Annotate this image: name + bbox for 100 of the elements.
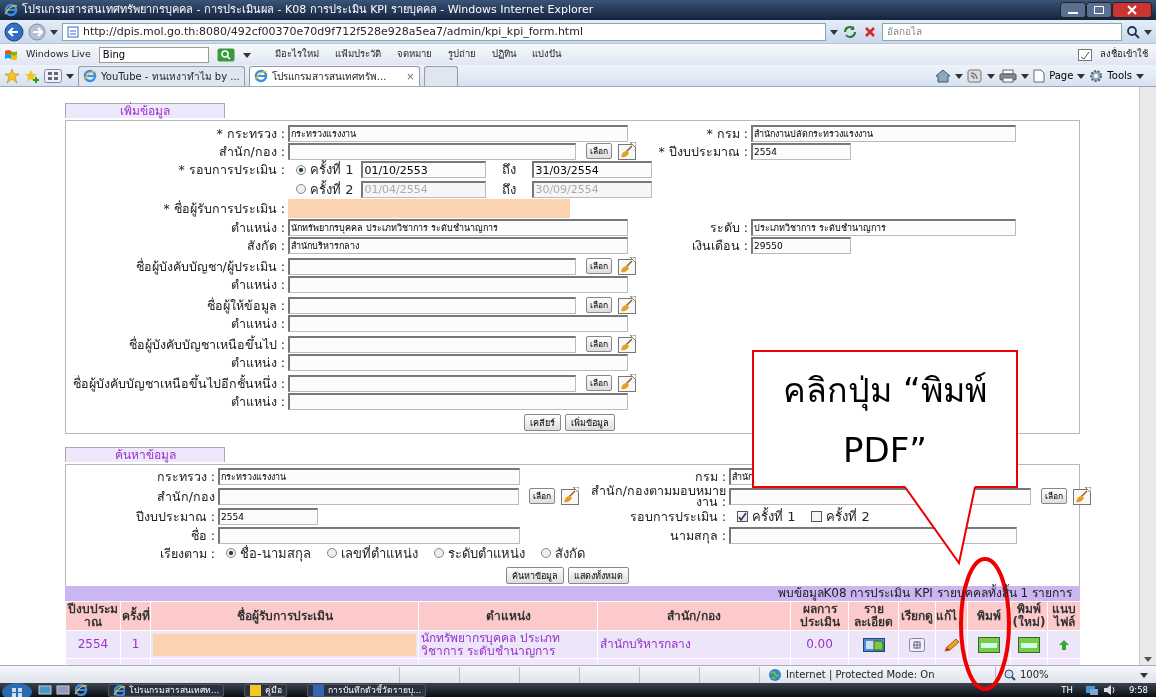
broom-icon[interactable] xyxy=(618,257,636,275)
dropdown-icon[interactable] xyxy=(830,27,838,36)
text-field[interactable] xyxy=(729,526,1017,544)
search-icon[interactable] xyxy=(1126,24,1140,39)
menu-link[interactable]: รูปถ่าย xyxy=(447,47,476,62)
checkbox[interactable] xyxy=(811,511,823,523)
search-field[interactable]: Bing xyxy=(98,46,209,63)
window-icon[interactable] xyxy=(56,684,70,696)
edit-icon[interactable] xyxy=(1078,48,1092,61)
tools-menu[interactable]: Tools xyxy=(1089,68,1144,83)
select-button[interactable]: เลือก xyxy=(586,375,612,391)
home-icon[interactable] xyxy=(935,68,952,83)
grid-icon[interactable] xyxy=(909,637,925,652)
text-field[interactable] xyxy=(288,392,628,410)
select-button[interactable]: เลือก xyxy=(1041,488,1067,504)
broom-icon[interactable] xyxy=(1073,487,1091,505)
search-field[interactable]: อัลกอไล xyxy=(882,22,1122,41)
back-icon[interactable] xyxy=(4,21,24,42)
broom-icon[interactable] xyxy=(618,374,636,392)
menu-link[interactable]: แฟ้มประวัติ xyxy=(334,47,381,62)
broom-icon[interactable] xyxy=(561,487,579,505)
select-button[interactable]: เลือก xyxy=(586,258,612,274)
scrollbar[interactable] xyxy=(1139,87,1156,665)
broom-icon[interactable] xyxy=(618,335,636,353)
text-field[interactable] xyxy=(288,142,576,160)
dropdown-icon[interactable] xyxy=(955,71,964,80)
address-field[interactable]: http://dpis.mol.go.th:8080/492cf00370e70d9f712f528e928a5ea7/admin/kpi_kpi_form.html xyxy=(62,22,826,41)
text-field[interactable] xyxy=(288,257,576,275)
text-field[interactable] xyxy=(288,275,628,293)
text-field[interactable]: สำนักบริหารกลาง xyxy=(288,236,628,254)
feed-icon[interactable] xyxy=(967,68,984,83)
text-field[interactable] xyxy=(288,335,576,353)
sign-in-link[interactable]: ลงชื่อเข้าใช้ xyxy=(1100,47,1148,62)
maximize-icon[interactable] xyxy=(1086,2,1112,18)
text-field[interactable]: สำนักงานปลัดกระทรวงแรงงาน xyxy=(751,124,1016,142)
form-button[interactable]: แสดงทั้งหมด xyxy=(568,567,629,584)
start-button-icon[interactable] xyxy=(0,683,34,697)
radio-button[interactable] xyxy=(226,548,236,559)
print-icon[interactable] xyxy=(999,68,1018,83)
language-indicator[interactable]: TH xyxy=(1061,683,1073,697)
radio-button[interactable] xyxy=(540,548,551,559)
select-button[interactable]: เลือก xyxy=(586,336,612,352)
details-icon[interactable] xyxy=(862,637,885,652)
taskbar-button[interactable]: คู่มือ xyxy=(244,683,288,697)
dropdown-icon[interactable] xyxy=(987,71,996,80)
menu-link[interactable]: มีอะไรใหม่ xyxy=(274,47,319,62)
radio-button[interactable] xyxy=(326,548,337,559)
form-button[interactable]: ค้นหาข้อมูล xyxy=(506,567,564,584)
text-field[interactable]: ประเภทวิชาการ ระดับชำนาญการ xyxy=(751,218,1016,236)
text-field[interactable] xyxy=(288,314,628,332)
date-field[interactable]: 01/10/2553 xyxy=(361,161,487,179)
star-icon[interactable] xyxy=(4,67,20,84)
select-button[interactable]: เลือก xyxy=(586,143,612,159)
text-field[interactable] xyxy=(288,353,628,371)
checkbox[interactable] xyxy=(737,511,748,523)
menu-link[interactable]: จดหมาย xyxy=(396,47,432,62)
refresh-icon[interactable] xyxy=(842,23,858,40)
page-menu[interactable]: Page xyxy=(1033,68,1086,83)
text-field[interactable]: 2554 xyxy=(218,508,318,526)
radio-button[interactable] xyxy=(296,164,306,175)
text-field[interactable] xyxy=(218,526,520,544)
select-button[interactable]: เลือก xyxy=(529,488,555,504)
menu-link[interactable]: แบ่งปัน xyxy=(531,47,561,62)
dropdown-icon[interactable] xyxy=(1021,71,1030,80)
browser-tab[interactable]: YouTube - ทนเหงาทำไม by ... xyxy=(78,65,245,86)
text-field[interactable]: นักทรัพยากรบุคคล ประเภทวิชาการ ระดับชำนาญการ xyxy=(288,218,628,236)
browser-tab[interactable]: โปรแกรมสารสนเทศทรัพ... × xyxy=(248,65,420,86)
minimize-icon[interactable] xyxy=(1060,2,1086,18)
broom-icon[interactable] xyxy=(618,296,636,314)
select-button[interactable]: เลือก xyxy=(586,297,612,313)
pencil-icon[interactable] xyxy=(942,637,961,652)
text-field[interactable] xyxy=(288,374,576,392)
network-icon[interactable] xyxy=(1084,684,1099,696)
dropdown-icon[interactable] xyxy=(242,50,251,59)
dropdown-icon[interactable] xyxy=(1144,27,1152,36)
brand-link[interactable]: Windows Live xyxy=(26,47,91,62)
dropdown-icon[interactable] xyxy=(66,71,74,80)
text-field[interactable] xyxy=(218,487,519,505)
desktop-icon[interactable] xyxy=(38,684,52,696)
card-icon[interactable] xyxy=(978,636,1000,653)
taskbar-button[interactable]: การบันทึกตัวชี้วัดรายบุ... xyxy=(307,683,427,697)
new-tab-button[interactable] xyxy=(423,65,458,86)
arrow-up-icon[interactable] xyxy=(1058,638,1070,651)
form-button[interactable]: เคลียร์ xyxy=(524,414,561,431)
text-field[interactable]: 2554 xyxy=(751,142,851,160)
menu-link[interactable]: ปฏิทิน xyxy=(491,47,516,62)
dropdown-icon[interactable] xyxy=(50,27,58,36)
grid-icon[interactable] xyxy=(44,68,62,83)
zoom-level[interactable]: 100% xyxy=(996,667,1156,682)
volume-icon[interactable] xyxy=(1102,684,1117,696)
date-field[interactable]: 31/03/2554 xyxy=(532,161,653,179)
text-field[interactable]: กระทรวงแรงงาน xyxy=(218,468,520,485)
form-button[interactable]: เพิ่มข้อมูล xyxy=(565,414,615,431)
text-field[interactable]: กระทรวงแรงงาน xyxy=(288,124,628,142)
taskbar-button[interactable]: โปรแกรมสารสนเทศท... xyxy=(108,683,225,697)
close-icon[interactable] xyxy=(1112,2,1152,18)
close-tab-button[interactable]: × xyxy=(406,68,415,84)
browser-icon[interactable] xyxy=(74,683,88,697)
text-field[interactable] xyxy=(288,296,576,314)
card-icon[interactable] xyxy=(1018,636,1040,653)
